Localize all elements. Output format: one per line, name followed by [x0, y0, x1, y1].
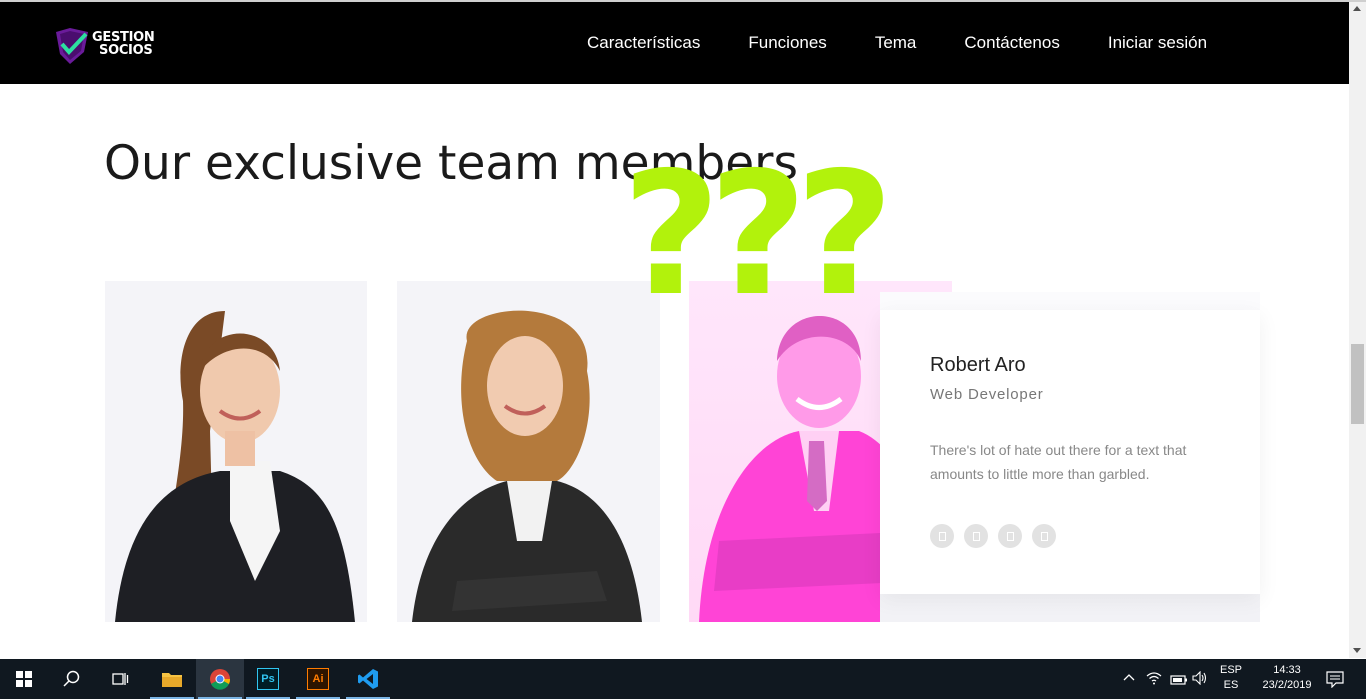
input-language-bottom: ES — [1223, 679, 1239, 691]
member-info-panel: Robert Aro Web Developer There's lot of … — [880, 310, 1260, 594]
input-language[interactable]: ESP ES — [1216, 663, 1246, 693]
team-card-2[interactable] — [397, 281, 660, 622]
member-description: There's lot of hate out there for a text… — [930, 442, 1187, 482]
woman-curly-hair-photo — [412, 310, 642, 622]
member-role: Web Developer — [930, 386, 1044, 403]
scroll-thumb[interactable] — [1351, 344, 1364, 424]
tray-chevron-up-icon[interactable] — [1122, 671, 1136, 690]
team-card-1[interactable] — [105, 281, 367, 622]
task-view-icon[interactable] — [96, 659, 144, 699]
social-facebook-icon[interactable] — [930, 524, 954, 548]
social-linkedin-icon[interactable] — [1032, 524, 1056, 548]
file-explorer-icon[interactable] — [148, 659, 196, 699]
photoshop-label: Ps — [257, 668, 279, 690]
scroll-up-arrow-icon[interactable] — [1353, 6, 1361, 11]
illustrator-label: Ai — [307, 668, 329, 690]
input-language-top: ESP — [1219, 664, 1242, 676]
social-links — [930, 524, 1056, 548]
social-twitter-icon[interactable] — [964, 524, 988, 548]
clock-date: 23/2/2019 — [1262, 679, 1312, 691]
nav-caracteristicas[interactable]: Características — [587, 33, 700, 53]
nav-tema[interactable]: Tema — [875, 33, 917, 53]
member-name: Robert Aro — [930, 354, 1026, 376]
windows-taskbar: Ps Ai ESP ES 14:33 23/2/2019 — [0, 659, 1366, 699]
chrome-icon[interactable] — [196, 659, 244, 699]
battery-icon[interactable] — [1170, 673, 1188, 691]
brand-line2: SOCIOS — [99, 43, 153, 58]
navbar: GESTION SOCIOS Características Funciones… — [0, 2, 1349, 84]
scroll-down-arrow-icon[interactable] — [1353, 648, 1361, 653]
photoshop-icon[interactable]: Ps — [244, 659, 292, 699]
main-nav: Características Funciones Tema Contácten… — [587, 33, 1255, 53]
start-icon[interactable] — [0, 659, 48, 699]
illustrator-icon[interactable]: Ai — [294, 659, 342, 699]
woman-long-hair-photo — [115, 311, 355, 622]
brand-name: GESTION SOCIOS — [92, 31, 155, 58]
brand-logo[interactable]: GESTION SOCIOS — [54, 26, 194, 66]
volume-icon[interactable] — [1192, 670, 1208, 690]
vscode-icon[interactable] — [344, 659, 392, 699]
shield-logo-icon — [56, 28, 88, 64]
clock-time: 14:33 — [1273, 664, 1301, 676]
nav-contactenos[interactable]: Contáctenos — [964, 33, 1059, 53]
page-scrollbar[interactable] — [1349, 2, 1366, 658]
question-marks-overlay: ??? — [622, 136, 894, 334]
nav-funciones[interactable]: Funciones — [748, 33, 826, 53]
social-instagram-icon[interactable] — [998, 524, 1022, 548]
clock[interactable]: 14:33 23/2/2019 — [1252, 663, 1322, 693]
nav-iniciar-sesion[interactable]: Iniciar sesión — [1108, 33, 1207, 53]
notification-center-icon[interactable] — [1326, 670, 1344, 693]
network-icon[interactable] — [1146, 671, 1162, 690]
search-icon[interactable] — [48, 659, 96, 699]
